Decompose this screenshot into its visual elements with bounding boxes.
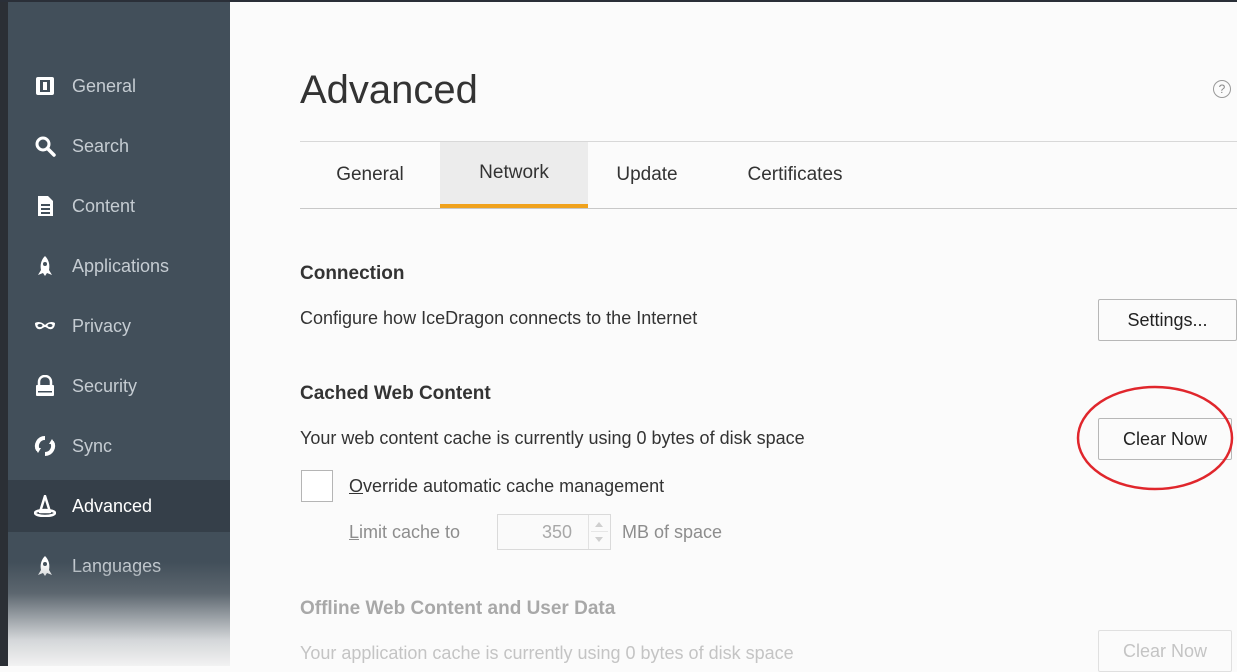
offline-description: Your application cache is currently usin… <box>300 643 794 663</box>
document-icon <box>34 195 56 217</box>
sidebar: General Search Content Applications Priv… <box>0 2 230 666</box>
lock-icon <box>34 375 56 397</box>
settings-button[interactable]: Settings... <box>1098 299 1237 341</box>
sync-icon <box>34 435 56 457</box>
sidebar-item-security[interactable]: Security <box>8 360 230 412</box>
sidebar-item-label: Search <box>72 135 130 156</box>
help-icon[interactable]: ? <box>1213 80 1231 98</box>
tab-network[interactable]: Network <box>440 142 588 208</box>
sidebar-item-label: Privacy <box>72 315 132 336</box>
override-cache-label[interactable]: Override automatic cache management <box>349 476 664 497</box>
limit-cache-label: Limit cache to <box>349 522 461 542</box>
general-icon <box>34 75 56 97</box>
cache-description: Your web content cache is currently usin… <box>300 428 805 448</box>
connection-heading: Connection <box>300 263 405 284</box>
page-title: Advanced <box>300 68 478 112</box>
tab-general[interactable]: General <box>300 142 440 208</box>
sidebar-item-label: Content <box>72 195 136 216</box>
sidebar-item-sync[interactable]: Sync <box>8 420 230 472</box>
stepper-up-arrow-icon[interactable] <box>595 522 603 527</box>
connection-description: Configure how IceDragon connects to the … <box>300 308 698 328</box>
cache-size-stepper[interactable]: 350 <box>497 514 611 550</box>
search-icon <box>34 135 56 157</box>
sidebar-item-label: Advanced <box>72 495 153 516</box>
rocket-icon <box>34 555 56 577</box>
sidebar-item-applications[interactable]: Applications <box>8 240 230 292</box>
override-cache-checkbox[interactable] <box>301 470 333 502</box>
cache-heading: Cached Web Content <box>300 383 491 404</box>
cache-size-unit: MB of space <box>622 522 723 542</box>
rocket-icon <box>34 255 56 277</box>
stepper-down-arrow-icon[interactable] <box>595 537 603 542</box>
cache-size-value: 350 <box>541 522 572 542</box>
clear-now-button[interactable]: Clear Now <box>1098 418 1232 460</box>
offline-heading: Offline Web Content and User Data <box>300 598 616 619</box>
sidebar-item-content[interactable]: Content <box>8 180 230 232</box>
mask-icon <box>34 315 56 337</box>
sidebar-item-label: General <box>72 75 137 96</box>
sidebar-item-advanced[interactable]: Advanced <box>8 480 230 532</box>
sidebar-item-privacy[interactable]: Privacy <box>8 300 230 352</box>
sidebar-item-label: Sync <box>72 435 113 456</box>
tab-update[interactable]: Update <box>588 142 706 208</box>
sidebar-item-label: Security <box>72 375 138 396</box>
sidebar-item-search[interactable]: Search <box>8 120 230 172</box>
sidebar-item-general[interactable]: General <box>8 60 230 112</box>
sidebar-item-languages[interactable]: Languages <box>8 540 230 592</box>
sidebar-item-label: Languages <box>72 555 162 576</box>
sidebar-item-label: Applications <box>72 255 170 276</box>
tab-certificates[interactable]: Certificates <box>706 142 884 208</box>
stepper-arrows[interactable] <box>588 515 610 549</box>
stepper-divider <box>591 531 608 532</box>
wizard-hat-icon <box>34 495 56 517</box>
tab-bar: General Network Update Certificates <box>300 142 1237 209</box>
